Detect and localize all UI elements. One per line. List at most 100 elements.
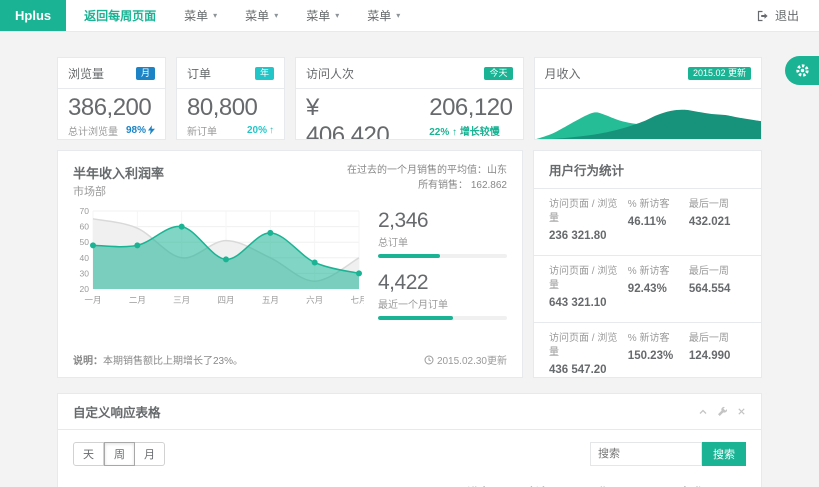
card-value: 206,120	[429, 94, 512, 122]
chart-note: 在过去的一个月销售的平均值：山东 所有销售： 162.862	[347, 163, 507, 199]
footnote-label: 说明：	[73, 356, 103, 367]
responsive-table-panel: 自定义响应表格 天	[57, 393, 762, 487]
bottom-row: 自定义响应表格 天	[57, 393, 762, 487]
stat-value: 2,346	[378, 209, 507, 233]
stat-col-label: 最后一周	[689, 265, 746, 279]
svg-text:一月: 一月	[84, 295, 101, 305]
bolt-icon	[148, 125, 155, 135]
clock-icon	[424, 355, 434, 365]
svg-text:五月: 五月	[262, 295, 279, 305]
middle-row: 半年收入利润率 市场部 在过去的一个月销售的平均值：山东 所有销售： 162.8…	[57, 150, 762, 378]
card-value: ¥ 406,420	[306, 94, 401, 140]
period-badge: 月	[136, 67, 155, 80]
close-icon	[737, 407, 746, 416]
nav-menu-label: 菜单	[245, 7, 269, 24]
card-footer-pct: 98%	[126, 125, 146, 136]
card-orders: 订单 年 80,800 新订单 20% ↑	[176, 57, 285, 140]
col-header-date[interactable]: 日期	[584, 478, 678, 487]
user-stats-row: 访问页面 / 浏览量 643 321.10 % 新访客 92.43% 最后一周 …	[534, 256, 761, 323]
main-content: 浏览量 月 386,200 总计浏览量 98% 订单	[0, 32, 819, 487]
period-badge: 今天	[484, 67, 512, 80]
col-header-task[interactable]: 任务	[524, 478, 585, 487]
stat-col-label: 最后一周	[689, 198, 746, 212]
nav-menu-3[interactable]: 菜单 ▾	[292, 0, 353, 31]
card-title: 月收入	[545, 65, 581, 82]
user-behavior-panel: 用户行为统计 访问页面 / 浏览量 236 321.80 % 新访客 46.11…	[533, 150, 762, 378]
tab-week[interactable]: 周	[104, 442, 135, 466]
nav-home-link[interactable]: 返回每周页面	[70, 0, 170, 31]
arrow-up-icon: ↑	[452, 127, 457, 138]
stat-col-label: % 新访客	[628, 265, 689, 279]
nav-menu-label: 菜单	[184, 7, 208, 24]
card-page-views: 浏览量 月 386,200 总计浏览量 98%	[57, 57, 166, 140]
stat-col-value: 436 547.20	[549, 362, 620, 378]
card-title: 访问人次	[306, 65, 354, 82]
progress-fill	[378, 316, 453, 320]
note-line-2-label: 所有销售：	[418, 180, 468, 191]
updated-badge: 2015.02 更新	[688, 67, 751, 80]
caret-down-icon: ▾	[213, 11, 217, 20]
logout-button[interactable]: 退出	[743, 0, 819, 31]
stat-cards-row: 浏览量 月 386,200 总计浏览量 98% 订单	[57, 57, 762, 140]
income-area-chart	[535, 89, 762, 140]
col-header-progress[interactable]: 进度	[463, 478, 524, 487]
chart-footnote: 说明：本期销售额比上期增长了23%。	[73, 352, 243, 367]
stat-value: 4,422	[378, 271, 507, 295]
svg-text:40: 40	[80, 253, 90, 263]
user-stats-row: 访问页面 / 浏览量 236 321.80 % 新访客 46.11% 最后一周 …	[534, 189, 761, 256]
projects-table: 项目 进度 任务 日期 操作 米莫说 | MiMO Show 20% 2014	[73, 478, 746, 487]
col-header-project[interactable]: 项目	[73, 478, 463, 487]
search-input[interactable]	[590, 442, 702, 466]
stat-col-label: 访问页面 / 浏览量	[549, 332, 620, 360]
top-navbar: Hplus 返回每周页面 菜单 ▾ 菜单 ▾ 菜单 ▾ 菜单 ▾ 退出	[0, 0, 819, 32]
growth-pct: 22%	[429, 127, 449, 138]
svg-text:四月: 四月	[217, 295, 234, 305]
stat-col-value: 643 321.10	[549, 295, 620, 311]
updated-text: 2015.02.30更新	[437, 352, 507, 367]
progress-fill	[378, 254, 440, 258]
chevron-up-icon	[698, 407, 708, 417]
card-footer-label: 总计浏览量	[68, 123, 118, 138]
dashboard-page: Hplus 返回每周页面 菜单 ▾ 菜单 ▾ 菜单 ▾ 菜单 ▾ 退出	[0, 0, 819, 487]
stat-label: 最近一个月订单	[378, 296, 507, 311]
brand-logo[interactable]: Hplus	[0, 0, 66, 31]
tab-day[interactable]: 天	[73, 442, 104, 466]
nav-menu-4[interactable]: 菜单 ▾	[353, 0, 414, 31]
gear-icon	[795, 63, 810, 78]
settings-button[interactable]	[785, 56, 819, 85]
period-badge: 年	[255, 67, 274, 80]
stat-col-label: 访问页面 / 浏览量	[549, 265, 620, 293]
col-header-action[interactable]: 操作	[679, 478, 746, 487]
sign-out-icon	[757, 10, 769, 22]
wrench-icon	[717, 406, 728, 417]
nav-menu-2[interactable]: 菜单 ▾	[231, 0, 292, 31]
note-line-1: 在过去的一个月销售的平均值：山东	[347, 163, 507, 178]
stat-col-label: 最后一周	[689, 332, 746, 346]
nav-menu-label: 菜单	[306, 7, 330, 24]
order-stats: 2,346 总订单 4,422 最近一个月订单	[364, 205, 507, 333]
table-search: 搜索	[590, 442, 746, 466]
footnote-text: 本期销售额比上期增长了23%。	[103, 356, 243, 367]
card-value: 80,800	[187, 94, 274, 122]
collapse-button[interactable]	[698, 407, 708, 417]
progress-track	[378, 316, 507, 320]
stat-col-value: 92.43%	[628, 281, 689, 297]
card-footer-label: 新订单	[187, 123, 217, 138]
caret-down-icon: ▾	[274, 11, 278, 20]
close-button[interactable]	[737, 407, 746, 416]
panel-title: 自定义响应表格	[73, 402, 161, 421]
stat-col-value: 124.990	[689, 348, 746, 364]
stat-label: 总订单	[378, 234, 507, 249]
stat-col-value: 150.23%	[628, 348, 689, 364]
arrow-up-icon: ↑	[269, 125, 274, 136]
config-button[interactable]	[717, 406, 728, 417]
stat-col-value: 432.021	[689, 214, 746, 230]
search-button[interactable]: 搜索	[702, 442, 746, 466]
tab-month[interactable]: 月	[135, 442, 165, 466]
growth-text: 增长较慢	[460, 127, 500, 138]
profit-line-chart: 203040506070一月二月三月四月五月六月七月	[73, 205, 364, 309]
stat-col-label: 访问页面 / 浏览量	[549, 198, 620, 226]
progress-track	[378, 254, 507, 258]
nav-menu-1[interactable]: 菜单 ▾	[170, 0, 231, 31]
card-value: 386,200	[68, 94, 155, 122]
